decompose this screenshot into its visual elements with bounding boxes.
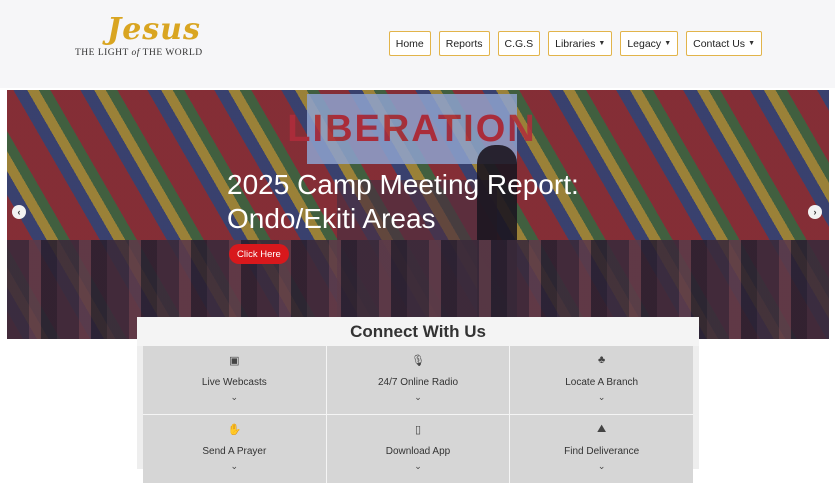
connect-item-label: Send A Prayer <box>202 446 267 457</box>
connect-item-label: Live Webcasts <box>201 377 267 388</box>
hands-icon: ⛰ <box>597 423 607 435</box>
connect-item-label: 24/7 Online Radio <box>377 377 459 388</box>
connect-section: Connect With Us ▣ Live Webcasts ⌄ 🎙 24/7… <box>137 317 699 483</box>
caret-down-icon: ▼ <box>664 40 672 47</box>
microphone-icon: 🎙 <box>411 355 425 367</box>
logo-script-text: Jesus <box>107 12 201 47</box>
connect-item-find-deliverance[interactable]: ⛰ Find Deliverance ⌄ <box>510 415 693 483</box>
site-header: Jesus THE LIGHT of THE WORLD Home Report… <box>0 0 835 88</box>
site-logo[interactable]: Jesus THE LIGHT of THE WORLD <box>75 12 225 76</box>
youtube-icon: ▣ <box>229 355 240 367</box>
chevron-down-icon[interactable]: ⌄ <box>327 461 510 472</box>
chevron-down-icon[interactable]: ⌄ <box>510 392 693 403</box>
nav-reports[interactable]: Reports <box>438 31 490 56</box>
connect-item-locate-branch[interactable]: ♣ Locate A Branch ⌄ <box>510 346 693 414</box>
carousel-next-icon[interactable]: › <box>808 205 822 219</box>
hero-carousel: LIBERATION 2025 Camp Meeting Report: Ond… <box>7 90 829 339</box>
nav-legacy[interactable]: Legacy ▼ <box>620 31 679 56</box>
caret-down-icon: ▼ <box>748 40 755 47</box>
nav-cgs[interactable]: C.G.S <box>497 31 541 56</box>
hero-title: 2025 Camp Meeting Report: Ondo/Ekiti Are… <box>227 169 579 234</box>
chevron-down-icon[interactable]: ⌄ <box>143 461 326 472</box>
logo-tagline: THE LIGHT of THE WORLD <box>75 48 203 58</box>
connect-item-online-radio[interactable]: 🎙 24/7 Online Radio ⌄ <box>326 346 510 414</box>
connect-title: Connect With Us <box>137 317 699 346</box>
carousel-prev-icon[interactable]: ‹ <box>12 205 26 219</box>
hero-cta-button[interactable]: Click Here <box>229 244 289 264</box>
connect-item-label: Download App <box>385 446 451 457</box>
nav-contact-us[interactable]: Contact Us ▼ <box>686 31 762 56</box>
connect-item-download-app[interactable]: ▯ Download App ⌄ <box>326 415 510 483</box>
main-nav: Home Reports C.G.S Libraries ▼ Legacy ▼ Co… <box>388 31 762 56</box>
connect-item-label: Find Deliverance <box>564 446 640 457</box>
chevron-down-icon[interactable]: ⌄ <box>143 392 326 403</box>
chevron-down-icon[interactable]: ⌄ <box>327 392 510 403</box>
connect-item-live-webcasts[interactable]: ▣ Live Webcasts ⌄ <box>143 346 326 414</box>
caret-down-icon: ▼ <box>598 40 606 47</box>
mobile-icon: ▯ <box>414 424 422 436</box>
sitemap-icon: ♣ <box>598 354 606 366</box>
connect-item-label: Locate A Branch <box>565 377 639 388</box>
connect-item-send-prayer[interactable]: ✋ Send A Prayer ⌄ <box>143 415 326 483</box>
praying-hands-icon: ✋ <box>227 424 242 436</box>
connect-grid: ▣ Live Webcasts ⌄ 🎙 24/7 Online Radio ⌄ … <box>143 346 693 483</box>
chevron-down-icon[interactable]: ⌄ <box>510 461 693 472</box>
nav-home[interactable]: Home <box>388 31 431 56</box>
nav-libraries[interactable]: Libraries ▼ <box>548 31 613 56</box>
